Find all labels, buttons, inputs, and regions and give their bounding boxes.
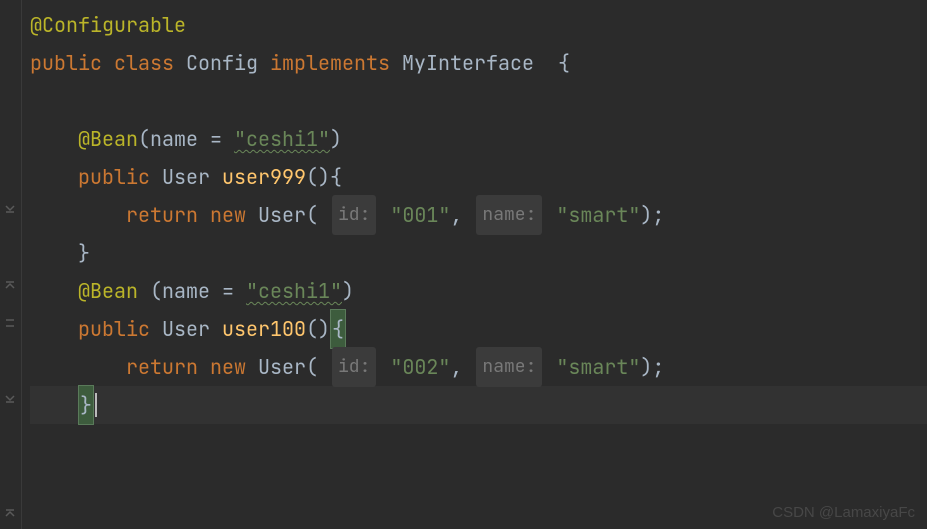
annotation: @Bean [78,272,138,310]
code-line: return new User( id: "002", name: "smart… [30,348,927,386]
param-hint: name: [476,347,542,387]
code-line: @Bean (name = "ceshi1") [30,272,927,310]
param-hint: name: [476,195,542,235]
param-hint: id: [332,195,376,235]
code-line: @Bean(name = "ceshi1") [30,120,927,158]
caret [95,393,97,417]
code-line: return new User( id: "001", name: "smart… [30,196,927,234]
code-editor[interactable]: @Configurable public class Config implem… [0,0,927,529]
code-line: @Configurable [30,6,927,44]
code-line: public User user100(){ [30,310,927,348]
fold-icon[interactable] [3,506,17,520]
param-hint: id: [332,347,376,387]
code-line: } [30,234,927,272]
annotation: @Configurable [30,6,186,44]
fold-icon[interactable] [3,392,17,406]
code-line [30,82,927,120]
code-line-current: } [30,386,927,424]
fold-icon[interactable] [3,278,17,292]
code-line: public class Config implements MyInterfa… [30,44,927,82]
fold-icon[interactable] [3,316,17,330]
code-area[interactable]: @Configurable public class Config implem… [22,0,927,529]
fold-icon[interactable] [3,202,17,216]
gutter [0,0,22,529]
method-name: user999 [222,158,306,196]
method-name: user100 [222,310,306,348]
watermark: CSDN @LamaxiyaFc [772,504,915,521]
code-line: public User user999(){ [30,158,927,196]
annotation: @Bean [78,120,138,158]
